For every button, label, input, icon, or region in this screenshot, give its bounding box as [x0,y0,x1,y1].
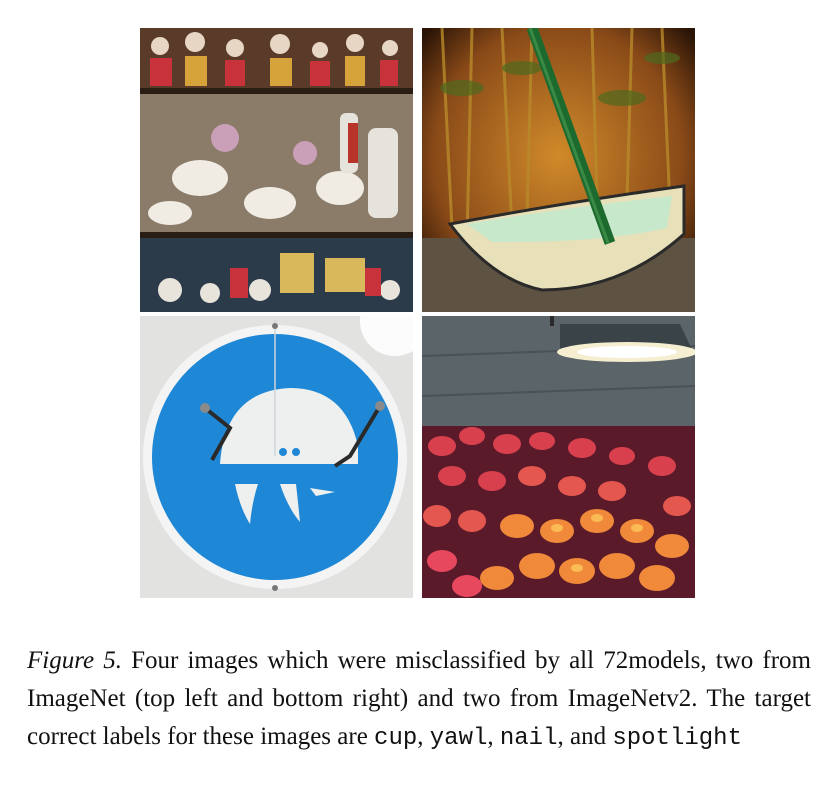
figure-label: Figure 5. [27,647,122,674]
caption-separator: , and [557,723,613,750]
label-cup: cup [374,725,418,752]
label-spotlight: spotlight [612,725,742,752]
image-cup-shelf [140,28,413,312]
image-nail-sign [140,316,413,598]
figure-caption: Figure 5. Four images which were misclas… [27,642,811,758]
label-yawl: yawl [429,725,488,752]
label-nail: nail [499,725,558,752]
caption-separator: , [417,723,430,750]
image-spotlight-tulips [422,316,695,598]
image-yawl-boat [422,28,695,312]
caption-separator: , [487,723,500,750]
